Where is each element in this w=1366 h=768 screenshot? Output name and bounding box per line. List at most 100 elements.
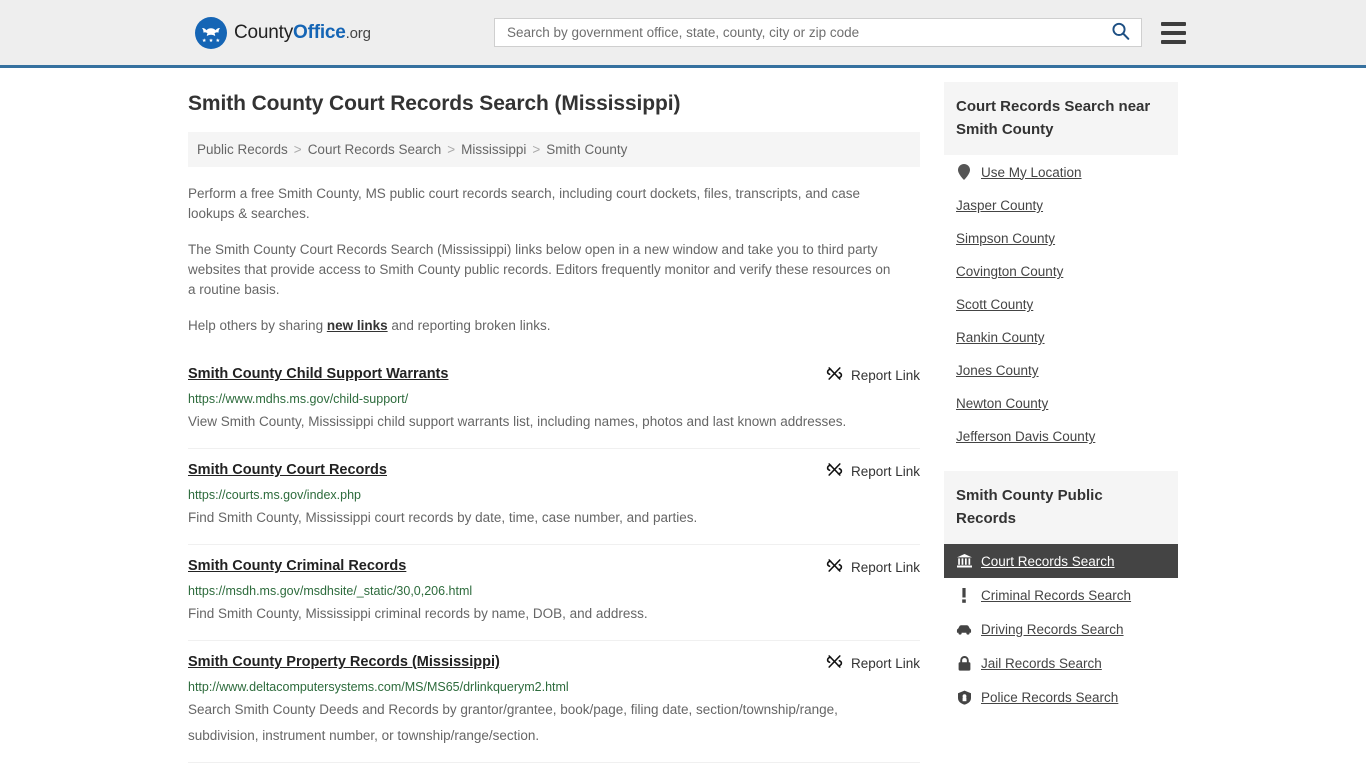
sidebar-item-label[interactable]: Police Records Search [981, 690, 1118, 705]
report-link-button[interactable]: Report Link [826, 365, 920, 385]
intro-paragraph-3: Help others by sharing new links and rep… [188, 316, 898, 336]
sidebar-item-label[interactable]: Covington County [956, 264, 1063, 279]
breadcrumb-item-mississippi[interactable]: Mississippi [461, 142, 526, 157]
sidebar-item-police-records-search[interactable]: Police Records Search [944, 680, 1178, 714]
breadcrumb-separator: > [293, 142, 302, 157]
breadcrumb: Public Records > Court Records Search > … [188, 132, 920, 167]
sidebar-item-label[interactable]: Simpson County [956, 231, 1055, 246]
page-body: Smith County Court Records Search (Missi… [0, 68, 1366, 763]
result-item: Smith County Court Records Report Link h… [188, 449, 920, 545]
sidebar-item-rankin-county[interactable]: Rankin County [944, 321, 1178, 354]
result-item: Smith County Property Records (Mississip… [188, 641, 920, 763]
main-content: Smith County Court Records Search (Missi… [188, 68, 920, 763]
result-url: http://www.deltacomputersystems.com/MS/M… [188, 680, 569, 694]
site-header: CountyOffice.org [0, 0, 1366, 68]
map-pin-icon [956, 164, 972, 180]
sidebar-item-criminal-records-search[interactable]: Criminal Records Search [944, 578, 1178, 612]
logo-text-dotorg: .org [345, 24, 371, 42]
hamburger-menu-icon[interactable] [1161, 21, 1186, 44]
result-title-link[interactable]: Smith County Child Support Warrants [188, 365, 448, 383]
breadcrumb-separator: > [532, 142, 541, 157]
new-links-link[interactable]: new links [327, 318, 388, 333]
result-description: View Smith County, Mississippi child sup… [188, 414, 847, 429]
eagle-seal-icon [195, 16, 227, 49]
breadcrumb-item-court-records-search[interactable]: Court Records Search [308, 142, 442, 157]
breadcrumb-item-public-records[interactable]: Public Records [197, 142, 288, 157]
result-description: Search Smith County Deeds and Records by… [188, 702, 838, 743]
sidebar: Court Records Search near Smith County U… [944, 68, 1178, 763]
result-title-link[interactable]: Smith County Criminal Records [188, 557, 406, 575]
report-link-button[interactable]: Report Link [826, 557, 920, 577]
search-button[interactable] [1108, 21, 1133, 45]
intro-paragraph-2: The Smith County Court Records Search (M… [188, 242, 891, 297]
result-item: Smith County Child Support Warrants Repo… [188, 356, 920, 449]
sidebar-item-label[interactable]: Driving Records Search [981, 622, 1124, 637]
site-logo[interactable]: CountyOffice.org [195, 16, 371, 49]
sidebar-item-label[interactable]: Rankin County [956, 330, 1045, 345]
logo-text-county: County [234, 21, 294, 43]
intro-paragraph-1: Perform a free Smith County, MS public c… [188, 186, 861, 221]
logo-text-office: Office [293, 21, 346, 43]
sidebar-item-covington-county[interactable]: Covington County [944, 255, 1178, 288]
intro-text: Perform a free Smith County, MS public c… [188, 184, 920, 336]
header-search-area [494, 18, 1186, 47]
sidebar-item-jail-records-search[interactable]: Jail Records Search [944, 646, 1178, 680]
result-item: Smith County Criminal Records Report Lin… [188, 545, 920, 641]
report-link-label: Report Link [850, 655, 920, 671]
result-title-link[interactable]: Smith County Property Records (Mississip… [188, 653, 500, 671]
car-icon [956, 621, 972, 637]
logo-wordmark: CountyOffice.org [234, 22, 371, 44]
result-url: https://www.mdhs.ms.gov/child-support/ [188, 392, 409, 406]
lock-icon [956, 655, 972, 671]
courthouse-icon [956, 553, 972, 569]
breadcrumb-item-smith-county[interactable]: Smith County [546, 142, 627, 157]
sidebar-item-label[interactable]: Criminal Records Search [981, 588, 1131, 603]
hamburger-bar [1161, 30, 1186, 35]
sidebar-item-label[interactable]: Newton County [956, 396, 1048, 411]
search-input[interactable] [505, 19, 1108, 46]
sidebar-public-records-list: Court Records Search Criminal Records Se… [944, 544, 1178, 714]
sidebar-item-jefferson-davis-county[interactable]: Jefferson Davis County [944, 420, 1178, 453]
sidebar-item-court-records-search[interactable]: Court Records Search [944, 544, 1178, 578]
report-link-button[interactable]: Report Link [826, 653, 920, 673]
broken-link-icon [826, 461, 843, 481]
result-description: Find Smith County, Mississippi criminal … [188, 606, 648, 621]
sidebar-item-label[interactable]: Jail Records Search [981, 656, 1102, 671]
broken-link-icon [826, 557, 843, 577]
result-url: https://courts.ms.gov/index.php [188, 488, 362, 502]
report-link-button[interactable]: Report Link [826, 461, 920, 481]
intro-p3-before: Help others by sharing [188, 318, 327, 333]
hamburger-bar [1161, 21, 1186, 26]
sidebar-item-label[interactable]: Jones County [956, 363, 1039, 378]
sidebar-item-scott-county[interactable]: Scott County [944, 288, 1178, 321]
sidebar-nearby-list: Use My Location Jasper County Simpson Co… [944, 155, 1178, 453]
sidebar-item-label[interactable]: Court Records Search [981, 554, 1115, 569]
result-url: https://msdh.ms.gov/msdhsite/_static/30,… [188, 584, 473, 598]
sidebar-nearby-heading: Court Records Search near Smith County [944, 82, 1178, 155]
result-title-link[interactable]: Smith County Court Records [188, 461, 387, 479]
breadcrumb-separator: > [447, 142, 456, 157]
police-badge-icon [956, 689, 972, 705]
sidebar-item-jasper-county[interactable]: Jasper County [944, 189, 1178, 222]
sidebar-item-jones-county[interactable]: Jones County [944, 354, 1178, 387]
sidebar-item-label[interactable]: Jasper County [956, 198, 1043, 213]
sidebar-item-newton-county[interactable]: Newton County [944, 387, 1178, 420]
search-icon [1110, 21, 1131, 45]
broken-link-icon [826, 365, 843, 385]
result-description: Find Smith County, Mississippi court rec… [188, 510, 698, 525]
sidebar-item-label[interactable]: Use My Location [981, 165, 1082, 180]
search-box[interactable] [494, 18, 1142, 47]
page-title: Smith County Court Records Search (Missi… [188, 92, 681, 115]
sidebar-item-simpson-county[interactable]: Simpson County [944, 222, 1178, 255]
sidebar-public-records-heading: Smith County Public Records [944, 471, 1178, 544]
broken-link-icon [826, 653, 843, 673]
sidebar-item-label[interactable]: Scott County [956, 297, 1033, 312]
results-list: Smith County Child Support Warrants Repo… [188, 356, 920, 763]
exclamation-icon [956, 587, 972, 603]
sidebar-item-use-my-location[interactable]: Use My Location [944, 155, 1178, 189]
report-link-label: Report Link [850, 463, 920, 479]
sidebar-item-driving-records-search[interactable]: Driving Records Search [944, 612, 1178, 646]
hamburger-bar [1161, 39, 1186, 44]
report-link-label: Report Link [850, 367, 920, 383]
sidebar-item-label[interactable]: Jefferson Davis County [956, 429, 1095, 444]
